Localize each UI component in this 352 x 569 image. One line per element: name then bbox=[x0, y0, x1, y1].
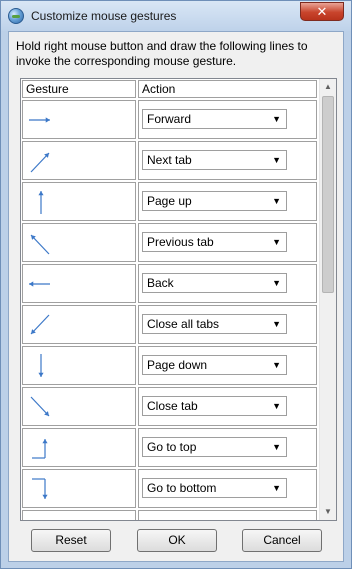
action-cell: Page up ▼ bbox=[138, 182, 317, 221]
table-row: Page up ▼ bbox=[21, 181, 319, 222]
column-header-action: Action bbox=[138, 80, 317, 98]
gesture-cell bbox=[22, 469, 136, 508]
gesture-grid: Gesture Action Forward ▼ Next tab ▼ Page up ▼… bbox=[21, 79, 319, 520]
gesture-cell bbox=[22, 428, 136, 467]
action-cell: Back ▼ bbox=[138, 264, 317, 303]
dialog-client-area: Hold right mouse button and draw the fol… bbox=[8, 31, 344, 562]
gesture-cell bbox=[22, 387, 136, 426]
action-cell: Previous tab ▼ bbox=[138, 223, 317, 262]
gesture-cell bbox=[22, 100, 136, 139]
table-row: Page down ▼ bbox=[21, 345, 319, 386]
action-dropdown-value: Close all tabs bbox=[147, 317, 220, 331]
action-dropdown[interactable]: Page down ▼ bbox=[142, 355, 287, 375]
action-dropdown-value: Next tab bbox=[147, 153, 192, 167]
gesture-cell bbox=[22, 141, 136, 180]
instructions-text: Hold right mouse button and draw the fol… bbox=[16, 39, 308, 68]
browser-globe-icon bbox=[8, 8, 24, 24]
gesture-cell bbox=[22, 264, 136, 303]
table-row: Go to top ▼ bbox=[21, 427, 319, 468]
chevron-down-icon: ▼ bbox=[272, 483, 281, 493]
action-dropdown[interactable]: Back ▼ bbox=[142, 273, 287, 293]
gesture-cell bbox=[22, 305, 136, 344]
action-dropdown-value: Go to bottom bbox=[147, 481, 217, 495]
action-dropdown-value: Page up bbox=[147, 194, 192, 208]
action-dropdown-value: Forward bbox=[147, 112, 192, 126]
table-row: Go to bottom ▼ bbox=[21, 468, 319, 509]
dialog-window: Customize mouse gestures ✕ Hold right mo… bbox=[0, 0, 352, 569]
chevron-down-icon: ▼ bbox=[272, 114, 281, 124]
table-row: Back ▼ bbox=[21, 263, 319, 304]
chevron-down-icon: ▼ bbox=[272, 442, 281, 452]
action-dropdown[interactable]: Close all tabs ▼ bbox=[142, 314, 287, 334]
window-title: Customize mouse gestures bbox=[31, 9, 177, 23]
scroll-up-button[interactable]: ▲ bbox=[320, 79, 336, 95]
table-row: Next tab ▼ bbox=[21, 140, 319, 181]
scroll-down-button[interactable]: ▼ bbox=[320, 504, 336, 520]
action-cell: Close all tabs ▼ bbox=[138, 305, 317, 344]
title-bar[interactable]: Customize mouse gestures ✕ bbox=[1, 1, 351, 31]
gesture-cell bbox=[22, 346, 136, 385]
action-cell: Close tab ▼ bbox=[138, 387, 317, 426]
chevron-down-icon: ▼ bbox=[272, 278, 281, 288]
action-dropdown-value: Back bbox=[147, 276, 174, 290]
chevron-down-icon: ▼ bbox=[272, 360, 281, 370]
chevron-down-icon: ▼ bbox=[272, 237, 281, 247]
table-row: Close all tabs ▼ bbox=[21, 304, 319, 345]
action-cell: Go to top ▼ bbox=[138, 428, 317, 467]
chevron-down-icon: ▼ bbox=[272, 319, 281, 329]
table-row bbox=[21, 509, 319, 520]
table-row: Forward ▼ bbox=[21, 99, 319, 140]
action-dropdown[interactable]: Close tab ▼ bbox=[142, 396, 287, 416]
action-dropdown-value: Page down bbox=[147, 358, 208, 372]
table-row: Previous tab ▼ bbox=[21, 222, 319, 263]
vertical-scrollbar[interactable]: ▲ ▼ bbox=[319, 79, 336, 520]
action-dropdown[interactable]: Go to top ▼ bbox=[142, 437, 287, 457]
gesture-cell bbox=[22, 182, 136, 221]
cancel-button[interactable]: Cancel bbox=[242, 529, 322, 552]
gesture-cell bbox=[22, 510, 136, 520]
action-dropdown[interactable]: Go to bottom ▼ bbox=[142, 478, 287, 498]
close-button[interactable]: ✕ bbox=[300, 2, 344, 21]
action-cell: Page down ▼ bbox=[138, 346, 317, 385]
chevron-down-icon: ▼ bbox=[272, 155, 281, 165]
reset-button[interactable]: Reset bbox=[31, 529, 111, 552]
chevron-down-icon: ▼ bbox=[272, 401, 281, 411]
action-dropdown-value: Go to top bbox=[147, 440, 197, 454]
column-header-gesture: Gesture bbox=[22, 80, 136, 98]
ok-button[interactable]: OK bbox=[137, 529, 217, 552]
scrollbar-thumb[interactable] bbox=[322, 96, 334, 293]
action-cell: Forward ▼ bbox=[138, 100, 317, 139]
table-row: Close tab ▼ bbox=[21, 386, 319, 427]
action-cell: Next tab ▼ bbox=[138, 141, 317, 180]
action-dropdown[interactable]: Previous tab ▼ bbox=[142, 232, 287, 252]
action-dropdown[interactable]: Forward ▼ bbox=[142, 109, 287, 129]
action-dropdown-value: Close tab bbox=[147, 399, 198, 413]
action-dropdown[interactable]: Page up ▼ bbox=[142, 191, 287, 211]
table-header: Gesture Action bbox=[21, 79, 319, 99]
action-dropdown-value: Previous tab bbox=[147, 235, 214, 249]
gesture-cell bbox=[22, 223, 136, 262]
chevron-down-icon: ▼ bbox=[272, 196, 281, 206]
action-cell bbox=[138, 510, 317, 520]
gesture-table: Gesture Action Forward ▼ Next tab ▼ Page up ▼… bbox=[20, 78, 337, 521]
action-dropdown[interactable]: Next tab ▼ bbox=[142, 150, 287, 170]
action-cell: Go to bottom ▼ bbox=[138, 469, 317, 508]
